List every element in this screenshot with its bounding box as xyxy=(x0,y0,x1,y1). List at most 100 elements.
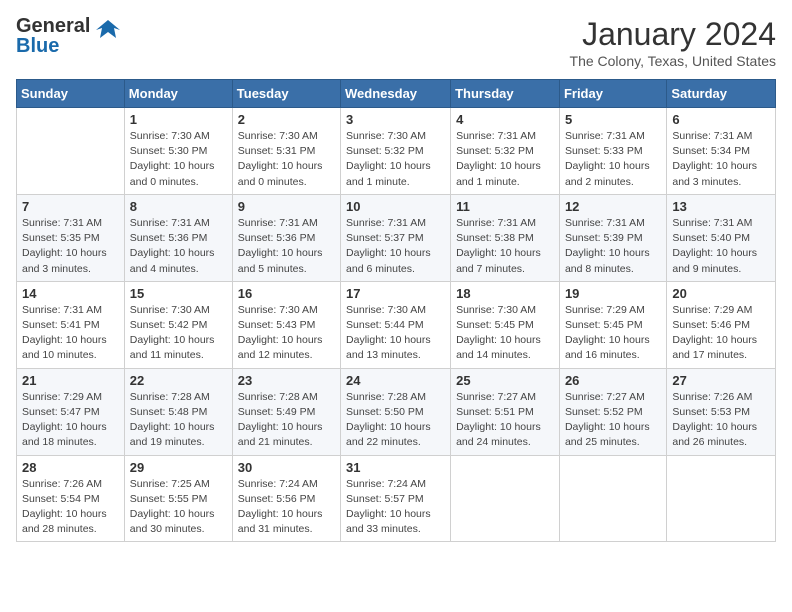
calendar-week-row: 28Sunrise: 7:26 AMSunset: 5:54 PMDayligh… xyxy=(17,455,776,542)
day-info: Sunrise: 7:31 AMSunset: 5:36 PMDaylight:… xyxy=(238,216,335,277)
day-number: 19 xyxy=(565,286,661,301)
day-number: 12 xyxy=(565,199,661,214)
calendar-cell: 22 Sunrise: 7:28 AMSunset: 5:48 PMDayligh… xyxy=(124,368,232,455)
day-info: Sunrise: 7:31 AMSunset: 5:39 PMDaylight:… xyxy=(565,216,661,277)
day-number: 16 xyxy=(238,286,335,301)
day-number: 3 xyxy=(346,112,445,127)
day-info: Sunrise: 7:31 AMSunset: 5:40 PMDaylight:… xyxy=(672,216,770,277)
calendar-cell: 28Sunrise: 7:26 AMSunset: 5:54 PMDayligh… xyxy=(17,455,125,542)
day-info: Sunrise: 7:31 AMSunset: 5:33 PMDaylight:… xyxy=(565,129,661,190)
day-info: Sunrise: 7:28 AMSunset: 5:50 PMDaylight:… xyxy=(346,390,445,451)
day-number: 4 xyxy=(456,112,554,127)
weekday-header-sunday: Sunday xyxy=(17,80,125,108)
day-number: 8 xyxy=(130,199,227,214)
calendar-cell: 6 Sunrise: 7:31 AMSunset: 5:34 PMDaylight… xyxy=(667,108,776,195)
weekday-header-wednesday: Wednesday xyxy=(341,80,451,108)
day-number: 22 xyxy=(130,373,227,388)
calendar-week-row: 7 Sunrise: 7:31 AMSunset: 5:35 PMDaylight… xyxy=(17,194,776,281)
weekday-header-row: SundayMondayTuesdayWednesdayThursdayFrid… xyxy=(17,80,776,108)
day-number: 7 xyxy=(22,199,119,214)
calendar-cell xyxy=(667,455,776,542)
calendar-cell: 17 Sunrise: 7:30 AMSunset: 5:44 PMDayligh… xyxy=(341,281,451,368)
day-number: 23 xyxy=(238,373,335,388)
day-number: 9 xyxy=(238,199,335,214)
calendar-table: SundayMondayTuesdayWednesdayThursdayFrid… xyxy=(16,79,776,542)
calendar-cell: 29Sunrise: 7:25 AMSunset: 5:55 PMDayligh… xyxy=(124,455,232,542)
day-number: 15 xyxy=(130,286,227,301)
calendar-cell: 26Sunrise: 7:27 AMSunset: 5:52 PMDayligh… xyxy=(559,368,666,455)
day-number: 5 xyxy=(565,112,661,127)
month-title: January 2024 xyxy=(570,16,776,53)
calendar-cell: 23 Sunrise: 7:28 AMSunset: 5:49 PMDayligh… xyxy=(232,368,340,455)
calendar-cell: 9 Sunrise: 7:31 AMSunset: 5:36 PMDaylight… xyxy=(232,194,340,281)
day-info: Sunrise: 7:29 AMSunset: 5:45 PMDaylight:… xyxy=(565,303,661,364)
weekday-header-monday: Monday xyxy=(124,80,232,108)
calendar-cell: 24Sunrise: 7:28 AMSunset: 5:50 PMDayligh… xyxy=(341,368,451,455)
weekday-header-saturday: Saturday xyxy=(667,80,776,108)
calendar-cell: 3 Sunrise: 7:30 AMSunset: 5:32 PMDaylight… xyxy=(341,108,451,195)
location-title: The Colony, Texas, United States xyxy=(570,53,776,69)
day-info: Sunrise: 7:30 AMSunset: 5:45 PMDaylight:… xyxy=(456,303,554,364)
calendar-cell: 27 Sunrise: 7:26 AMSunset: 5:53 PMDayligh… xyxy=(667,368,776,455)
calendar-cell: 2 Sunrise: 7:30 AMSunset: 5:31 PMDaylight… xyxy=(232,108,340,195)
calendar-cell: 15 Sunrise: 7:30 AMSunset: 5:42 PMDayligh… xyxy=(124,281,232,368)
calendar-cell xyxy=(17,108,125,195)
calendar-cell: 7 Sunrise: 7:31 AMSunset: 5:35 PMDaylight… xyxy=(17,194,125,281)
day-info: Sunrise: 7:30 AMSunset: 5:42 PMDaylight:… xyxy=(130,303,227,364)
calendar-cell: 4 Sunrise: 7:31 AMSunset: 5:32 PMDaylight… xyxy=(451,108,560,195)
day-number: 30 xyxy=(238,460,335,475)
day-info: Sunrise: 7:31 AMSunset: 5:35 PMDaylight:… xyxy=(22,216,119,277)
calendar-cell: 10Sunrise: 7:31 AMSunset: 5:37 PMDayligh… xyxy=(341,194,451,281)
day-number: 27 xyxy=(672,373,770,388)
logo: General Blue xyxy=(16,16,122,56)
day-number: 13 xyxy=(672,199,770,214)
calendar-cell: 14 Sunrise: 7:31 AMSunset: 5:41 PMDayligh… xyxy=(17,281,125,368)
calendar-week-row: 21Sunrise: 7:29 AMSunset: 5:47 PMDayligh… xyxy=(17,368,776,455)
calendar-cell: 25 Sunrise: 7:27 AMSunset: 5:51 PMDayligh… xyxy=(451,368,560,455)
day-info: Sunrise: 7:31 AMSunset: 5:36 PMDaylight:… xyxy=(130,216,227,277)
calendar-cell: 21Sunrise: 7:29 AMSunset: 5:47 PMDayligh… xyxy=(17,368,125,455)
day-number: 14 xyxy=(22,286,119,301)
calendar-cell: 11Sunrise: 7:31 AMSunset: 5:38 PMDayligh… xyxy=(451,194,560,281)
calendar-cell: 31 Sunrise: 7:24 AMSunset: 5:57 PMDayligh… xyxy=(341,455,451,542)
day-info: Sunrise: 7:29 AMSunset: 5:47 PMDaylight:… xyxy=(22,390,119,451)
calendar-cell: 30 Sunrise: 7:24 AMSunset: 5:56 PMDayligh… xyxy=(232,455,340,542)
day-info: Sunrise: 7:26 AMSunset: 5:53 PMDaylight:… xyxy=(672,390,770,451)
day-info: Sunrise: 7:31 AMSunset: 5:34 PMDaylight:… xyxy=(672,129,770,190)
bird-icon xyxy=(94,16,122,49)
day-info: Sunrise: 7:31 AMSunset: 5:38 PMDaylight:… xyxy=(456,216,554,277)
day-number: 26 xyxy=(565,373,661,388)
page-header: General Blue January 2024 The Colony, Te… xyxy=(16,16,776,69)
day-number: 20 xyxy=(672,286,770,301)
day-info: Sunrise: 7:24 AMSunset: 5:56 PMDaylight:… xyxy=(238,477,335,538)
day-info: Sunrise: 7:30 AMSunset: 5:32 PMDaylight:… xyxy=(346,129,445,190)
calendar-cell: 16 Sunrise: 7:30 AMSunset: 5:43 PMDayligh… xyxy=(232,281,340,368)
day-number: 17 xyxy=(346,286,445,301)
day-info: Sunrise: 7:30 AMSunset: 5:31 PMDaylight:… xyxy=(238,129,335,190)
day-info: Sunrise: 7:31 AMSunset: 5:32 PMDaylight:… xyxy=(456,129,554,190)
calendar-cell: 8 Sunrise: 7:31 AMSunset: 5:36 PMDaylight… xyxy=(124,194,232,281)
calendar-week-row: 1Sunrise: 7:30 AMSunset: 5:30 PMDaylight… xyxy=(17,108,776,195)
calendar-cell xyxy=(559,455,666,542)
day-number: 25 xyxy=(456,373,554,388)
weekday-header-thursday: Thursday xyxy=(451,80,560,108)
day-info: Sunrise: 7:24 AMSunset: 5:57 PMDaylight:… xyxy=(346,477,445,538)
day-number: 6 xyxy=(672,112,770,127)
calendar-cell: 13 Sunrise: 7:31 AMSunset: 5:40 PMDayligh… xyxy=(667,194,776,281)
day-number: 31 xyxy=(346,460,445,475)
day-info: Sunrise: 7:30 AMSunset: 5:44 PMDaylight:… xyxy=(346,303,445,364)
day-number: 2 xyxy=(238,112,335,127)
day-info: Sunrise: 7:30 AMSunset: 5:43 PMDaylight:… xyxy=(238,303,335,364)
day-info: Sunrise: 7:31 AMSunset: 5:41 PMDaylight:… xyxy=(22,303,119,364)
calendar-cell: 1Sunrise: 7:30 AMSunset: 5:30 PMDaylight… xyxy=(124,108,232,195)
day-number: 29 xyxy=(130,460,227,475)
day-info: Sunrise: 7:27 AMSunset: 5:51 PMDaylight:… xyxy=(456,390,554,451)
day-info: Sunrise: 7:31 AMSunset: 5:37 PMDaylight:… xyxy=(346,216,445,277)
day-info: Sunrise: 7:28 AMSunset: 5:48 PMDaylight:… xyxy=(130,390,227,451)
calendar-cell: 12 Sunrise: 7:31 AMSunset: 5:39 PMDayligh… xyxy=(559,194,666,281)
day-info: Sunrise: 7:28 AMSunset: 5:49 PMDaylight:… xyxy=(238,390,335,451)
calendar-cell: 20Sunrise: 7:29 AMSunset: 5:46 PMDayligh… xyxy=(667,281,776,368)
day-number: 18 xyxy=(456,286,554,301)
day-number: 1 xyxy=(130,112,227,127)
day-info: Sunrise: 7:26 AMSunset: 5:54 PMDaylight:… xyxy=(22,477,119,538)
